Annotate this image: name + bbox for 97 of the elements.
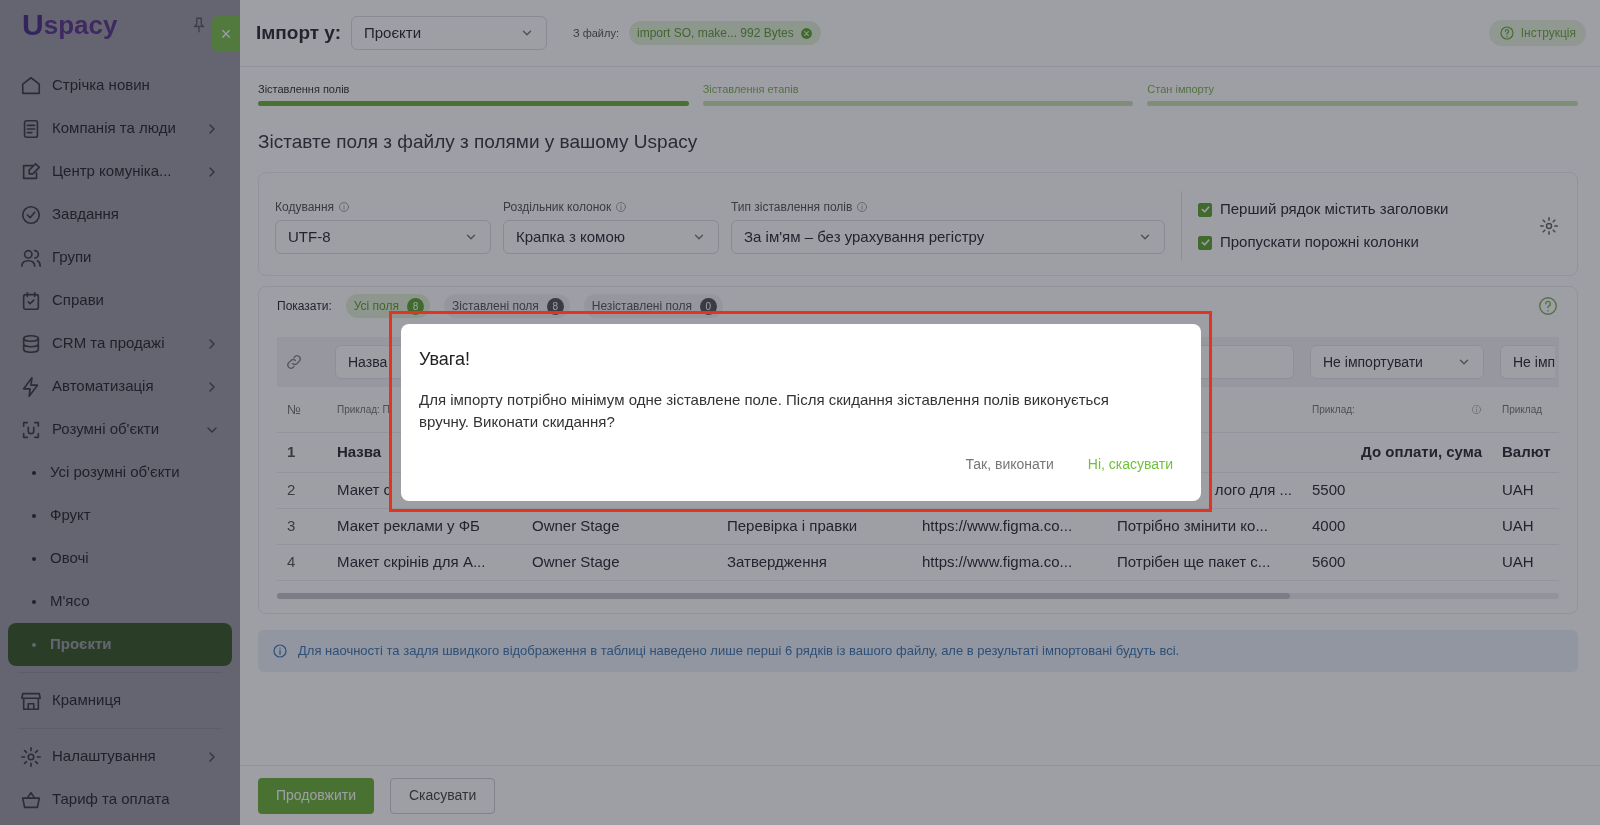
help-icon (1498, 25, 1515, 41)
field-label: З файлу: (573, 25, 619, 41)
remove-icon (799, 26, 813, 40)
field-label: Кодування (275, 199, 335, 216)
select-field[interactable]: UTF-8 (275, 220, 491, 254)
target-select[interactable]: Проєкти (351, 16, 547, 50)
section-heading: Зіставте поля з файлу з полями у вашому Uspacy (258, 129, 699, 154)
sidebar-item[interactable]: Групи (8, 236, 232, 279)
table-cell-text: https://www.figma.co... (922, 552, 1073, 573)
table-cell-text: UAH (1502, 480, 1534, 501)
file-chip[interactable]: import SO, make... 992 Bytes (629, 21, 821, 45)
sidebar-item[interactable]: Завдання (8, 193, 232, 236)
table-cell-text: https://www.figma.co... (922, 516, 1073, 537)
column-select[interactable]: Не імп (1500, 345, 1556, 379)
step-label[interactable]: Стан імпорту (1147, 81, 1578, 98)
sidebar-item[interactable]: CRM та продажі (8, 322, 232, 365)
info-icon (1471, 404, 1482, 415)
table-cell-text: Назва (337, 442, 382, 463)
row-number: 4 (287, 552, 296, 573)
panel-title: Імпорт у: (256, 20, 341, 45)
field-label: Роздільник колонок (503, 199, 612, 216)
table-cell-text: 5500 (1312, 480, 1346, 501)
step-label[interactable]: Зіставлення етапів (702, 81, 1134, 98)
sidebar-subitem[interactable]: М'ясо (8, 580, 232, 623)
table-cell-text: Валют (1502, 442, 1551, 463)
confirm-button[interactable]: Так, виконати (955, 450, 1064, 479)
table-cell-text: Перевірка і правки (727, 516, 858, 537)
sidebar-subitem[interactable]: Проєкти (8, 623, 232, 666)
table-cell-text: Owner Stage (532, 552, 620, 573)
sidebar-item[interactable]: Розумні об'єкти (8, 408, 232, 451)
close-button[interactable]: × (212, 16, 240, 52)
checkbox[interactable] (1198, 202, 1212, 217)
sidebar-item[interactable]: Стрічка новин (8, 64, 232, 107)
help-icon (1537, 295, 1559, 317)
table-cell-text: 4000 (1312, 516, 1346, 537)
info-icon (272, 642, 288, 659)
filter-label: Показати: (277, 298, 332, 315)
info-icon (615, 201, 628, 213)
column-select[interactable]: Не імпортувати (1310, 345, 1484, 379)
cal-icon (20, 289, 42, 312)
table-cell-text: Макет скрінів для А... (337, 552, 486, 573)
table-cell-text: лого для ... (1214, 480, 1292, 501)
select-field[interactable]: Крапка з комою (503, 220, 719, 254)
info-icon (856, 201, 869, 213)
filter-chip[interactable]: Незіставлені поля 0 (583, 294, 723, 318)
dialog-title: Увага! (419, 348, 471, 371)
sidebar-item[interactable]: Компанія та люди (8, 107, 232, 150)
check-icon (1199, 237, 1211, 248)
filter-chip[interactable]: Усі поля 8 (345, 294, 431, 318)
sidebar-item[interactable]: Налаштування (8, 735, 232, 778)
filter-chip[interactable]: Зіставлені поля 8 (444, 294, 570, 318)
table-cell-text: UAH (1502, 516, 1534, 537)
cancel-button[interactable]: Скасувати (390, 777, 496, 814)
dialog-message: Для імпорту потрібно мінімум одне зіставлене поле. Після скидання зіставлення полів виконується вручну. Виконати скидання? (419, 390, 1110, 432)
stack-icon (20, 332, 42, 355)
checkbox[interactable] (1198, 235, 1212, 250)
check-icon (1199, 204, 1211, 215)
step-label[interactable]: Зіставлення полів (258, 81, 689, 98)
info-text: Для наочності та задля швидкого відображення в таблиці наведено лише перші 6 рядків із вашого файлу, але в результаті імпортовані будуть всі. (298, 642, 1180, 660)
example-label: Приклад: П (337, 403, 390, 417)
sidebar-subitem[interactable]: Усі розумні об'єкти (8, 451, 232, 494)
field-label: Тип зіставлення полів (731, 199, 853, 216)
table-cell-text: Потрібен ще пакет с... (1117, 552, 1271, 573)
sidebar-subitem[interactable]: Фрукт (8, 494, 232, 537)
checkbox-label: Пропускати порожні колонки (1220, 232, 1419, 253)
gear-icon (20, 745, 42, 768)
sidebar-item[interactable]: Центр комуніка... (8, 150, 232, 193)
home-icon (20, 74, 42, 97)
help-button[interactable]: Інструкція (1488, 20, 1586, 46)
row-number: 1 (287, 442, 296, 463)
table-cell-text: Затвердження (727, 552, 827, 573)
link-icon (285, 353, 303, 371)
table-cell-text: UAH (1502, 552, 1534, 573)
select-field[interactable]: За ім'ям – без урахування регістру (731, 220, 1165, 254)
example-label: Приклад: (1312, 403, 1355, 417)
sidebar-item[interactable]: Справи (8, 279, 232, 322)
continue-button[interactable]: Продовжити (258, 777, 374, 814)
sidebar-subitem[interactable]: Овочі (8, 537, 232, 580)
cancel-button[interactable]: Ні, скасувати (1077, 450, 1183, 479)
table-cell-text: Макет реклами у ФБ (337, 516, 480, 537)
check-icon (20, 203, 42, 226)
sidebar-item[interactable]: Автоматизація (8, 365, 232, 408)
info-icon (338, 201, 351, 213)
column-heading: № (287, 400, 301, 419)
sidebar-item[interactable]: Тариф та оплата (8, 778, 232, 821)
settings-icon (1539, 216, 1559, 236)
sidebar-item[interactable]: Крамниця (8, 679, 232, 722)
table-cell-text: Owner Stage (532, 516, 620, 537)
row-number: 3 (287, 516, 296, 537)
scrollbar[interactable] (277, 593, 1559, 599)
logo: Uspacy (22, 12, 118, 38)
checkbox-label: Перший рядок містить заголовки (1220, 199, 1449, 220)
table-cell-text: До оплати, сума (1361, 442, 1482, 463)
table-cell-text: 5600 (1312, 552, 1346, 573)
table-cell-text: Потрібно змінити ко... (1117, 516, 1268, 537)
example-label: Приклад (1502, 403, 1543, 417)
row-number: 2 (287, 480, 296, 501)
